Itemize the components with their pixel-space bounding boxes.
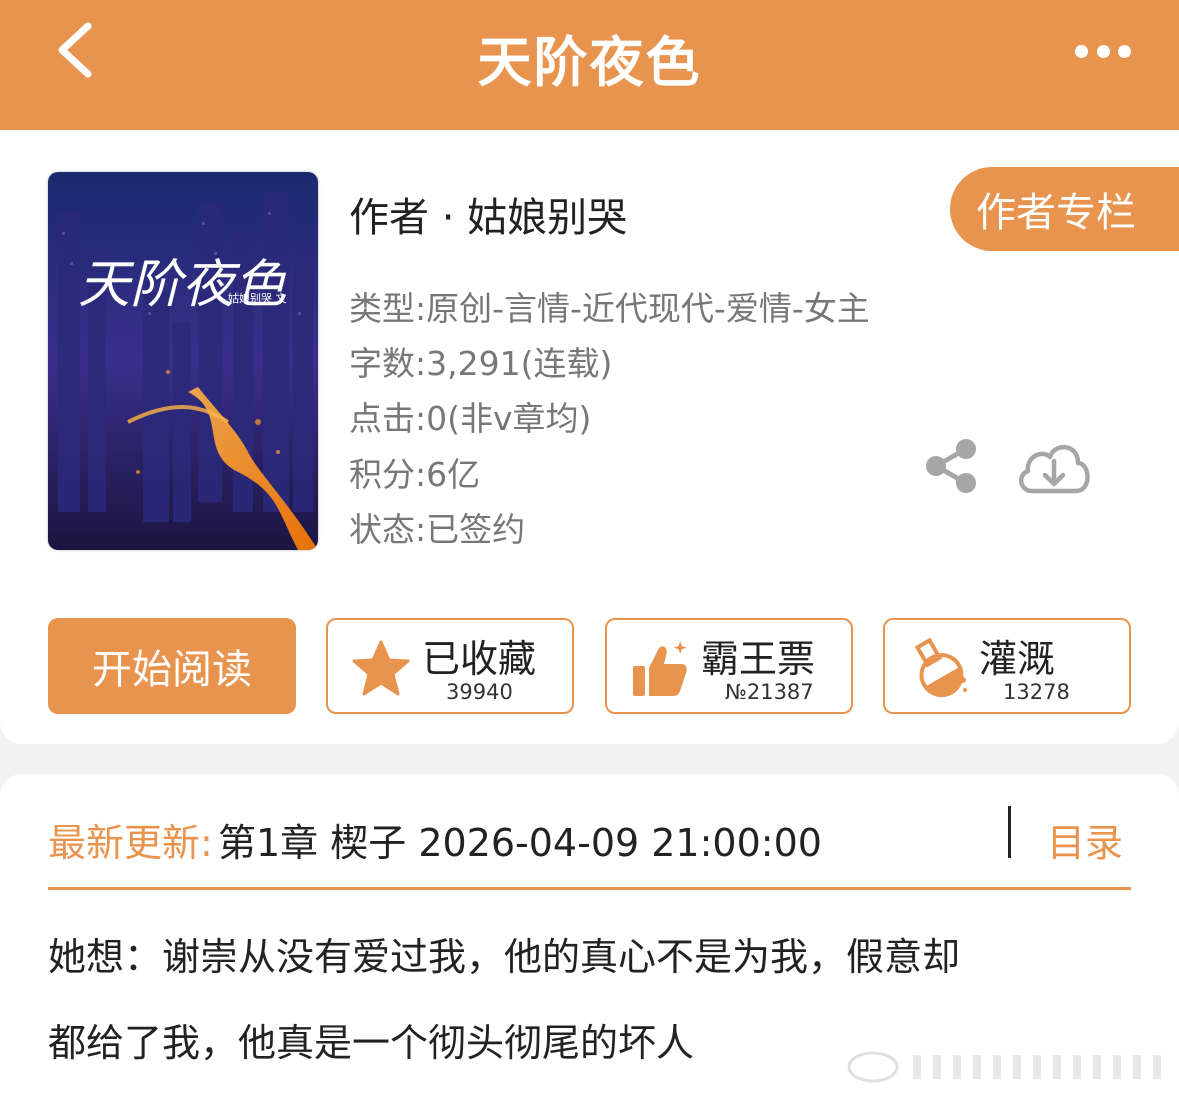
favorite-count: 39940 — [446, 680, 513, 704]
book-cover-image: 天阶夜色 姑娘别哭 文 — [48, 172, 318, 550]
book-cover[interactable]: 天阶夜色 姑娘别哭 文 — [48, 172, 318, 550]
cover-title-text: 天阶夜色 — [78, 255, 287, 315]
latest-update-label: 最新更新: — [48, 821, 213, 865]
points-text: 积分:6亿 — [349, 455, 481, 494]
nutrient-label: 灌溉 — [979, 637, 1056, 681]
horizontal-divider — [48, 887, 1131, 890]
more-button[interactable] — [1075, 38, 1131, 64]
favorite-button[interactable]: 已收藏 39940 — [326, 618, 574, 714]
nutrient-button[interactable]: 灌溉 13278 — [883, 618, 1131, 714]
cover-author-text: 姑娘别哭 文 — [228, 291, 287, 305]
author-name[interactable]: 作者 · 姑娘别哭 — [349, 185, 627, 243]
genre-text: 类型:原创-言情-近代现代-爱情-女主 — [349, 289, 870, 328]
thumbs-up-icon — [633, 641, 687, 696]
chevron-left-icon — [58, 22, 92, 78]
clicks-text: 点击:0(非v章均) — [349, 399, 592, 438]
vote-count: №21387 — [725, 680, 814, 704]
author-column-button[interactable]: 作者专栏 — [950, 167, 1179, 251]
table-of-contents-button[interactable]: 目录 — [1047, 812, 1123, 867]
book-info-card: 天阶夜色 姑娘别哭 文 作者 · 姑娘别哭 作者专栏 类型:原创-言情-近代现代… — [0, 130, 1179, 744]
vertical-divider — [1008, 806, 1011, 858]
status-text: 状态:已签约 — [349, 510, 526, 549]
share-icon — [926, 439, 976, 493]
star-icon — [352, 640, 410, 696]
back-button[interactable] — [48, 20, 108, 80]
download-button[interactable] — [1014, 435, 1094, 497]
cloud-download-icon — [1019, 445, 1090, 494]
watermark-logo — [847, 1051, 1161, 1083]
vote-label: 霸王票 — [701, 637, 816, 681]
latest-chapter-link[interactable]: 第1章 楔子 2026-04-09 21:00:00 — [218, 812, 822, 867]
nutrient-count: 13278 — [1003, 680, 1070, 704]
page-title: 天阶夜色 — [477, 31, 702, 94]
flask-icon — [914, 638, 967, 698]
vote-button[interactable]: 霸王票 №21387 — [605, 618, 853, 714]
summary-line-1: 她想：谢崇从没有爱过我，他的真心不是为我，假意却 — [48, 935, 961, 979]
share-button[interactable] — [920, 435, 982, 497]
ellipsis-icon — [1075, 44, 1088, 58]
start-reading-button[interactable]: 开始阅读 — [48, 618, 296, 714]
top-nav-bar: 天阶夜色 — [0, 0, 1179, 130]
word-count-text: 字数:3,291(连载) — [349, 344, 613, 383]
favorite-label: 已收藏 — [422, 637, 537, 681]
